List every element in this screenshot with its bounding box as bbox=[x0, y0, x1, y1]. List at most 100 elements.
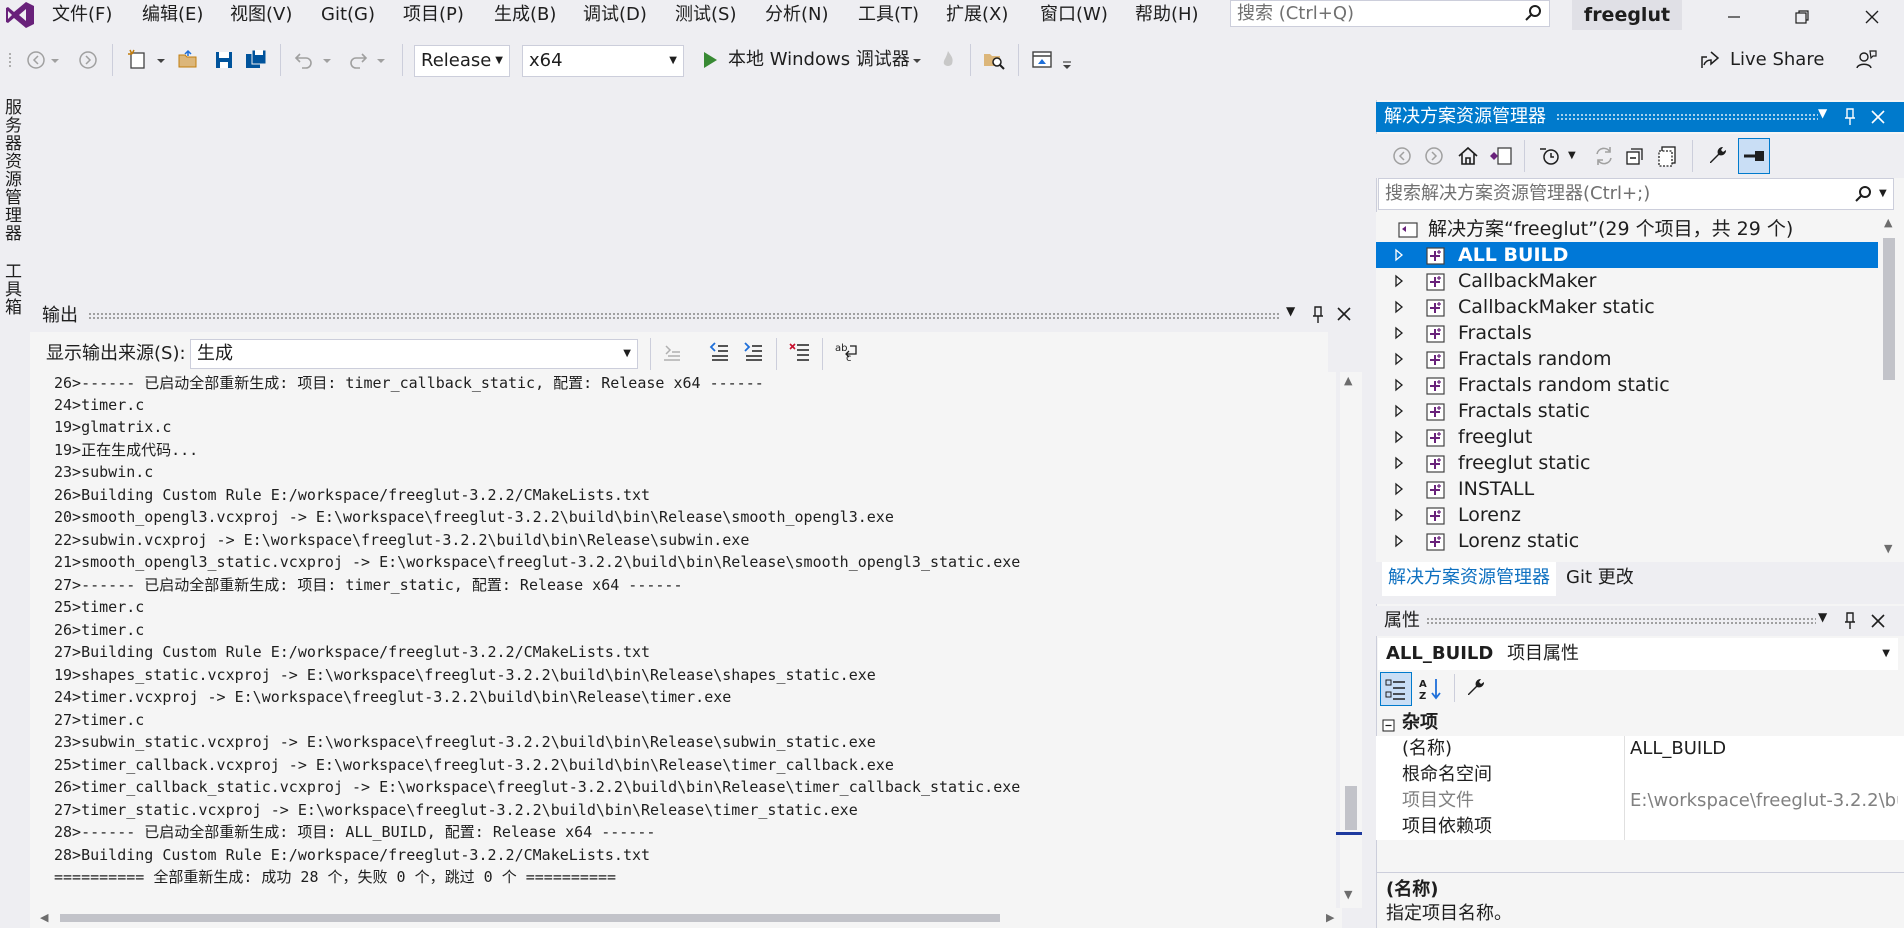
next-message-icon[interactable] bbox=[742, 340, 766, 369]
undo-icon[interactable] bbox=[292, 48, 316, 72]
output-source-select[interactable]: 生成 ▼ bbox=[190, 339, 638, 369]
platform-select[interactable]: x64 ▼ bbox=[522, 45, 684, 77]
menu-project[interactable]: 项目(P) bbox=[403, 2, 464, 28]
properties-object-select[interactable]: ALL_BUILD 项目属性 ▼ bbox=[1378, 638, 1898, 670]
hot-reload-icon[interactable] bbox=[936, 48, 960, 72]
scroll-left-icon[interactable]: ◀ bbox=[40, 911, 48, 924]
menu-git[interactable]: Git(G) bbox=[321, 2, 375, 28]
output-vertical-scrollbar[interactable]: ▲ ▼ bbox=[1336, 372, 1362, 908]
filter-dropdown-icon[interactable]: ▼ bbox=[1568, 144, 1576, 168]
scroll-down-icon[interactable]: ▼ bbox=[1344, 888, 1352, 901]
project-node[interactable]: CallbackMaker static bbox=[1376, 294, 1878, 320]
browser-preview-icon[interactable] bbox=[1030, 48, 1054, 72]
solution-explorer-search-input[interactable]: 搜索解决方案资源管理器(Ctrl+;) ▼ bbox=[1378, 178, 1894, 210]
menu-test[interactable]: 测试(S) bbox=[675, 2, 736, 28]
undo-dropdown-icon[interactable] bbox=[320, 48, 334, 72]
property-value[interactable]: ALL_BUILD bbox=[1630, 736, 1898, 762]
properties-menu-icon[interactable]: ▼ bbox=[1818, 610, 1827, 624]
menu-help[interactable]: 帮助(H) bbox=[1135, 2, 1199, 28]
project-node[interactable]: freeglut bbox=[1376, 424, 1878, 450]
sync-refresh-icon[interactable] bbox=[1592, 144, 1616, 173]
solution-explorer-menu-icon[interactable]: ▼ bbox=[1818, 106, 1827, 120]
project-node[interactable]: Fractals random static bbox=[1376, 372, 1878, 398]
output-hscroll-thumb[interactable] bbox=[60, 914, 1000, 922]
project-node[interactable]: Fractals bbox=[1376, 320, 1878, 346]
open-folder-icon[interactable] bbox=[176, 48, 200, 72]
redo-dropdown-icon[interactable] bbox=[374, 48, 388, 72]
home-icon[interactable] bbox=[1456, 144, 1480, 173]
alphabetical-sort-icon[interactable]: AZ bbox=[1418, 676, 1444, 707]
project-node[interactable]: Lorenz bbox=[1376, 502, 1878, 528]
property-category-misc[interactable]: 杂项 bbox=[1376, 710, 1904, 736]
menu-build[interactable]: 生成(B) bbox=[494, 2, 556, 28]
toggle-word-wrap-icon[interactable]: ab c bbox=[834, 340, 860, 369]
project-node[interactable]: Fractals random bbox=[1376, 346, 1878, 372]
project-node[interactable]: freeglut static bbox=[1376, 450, 1878, 476]
scroll-right-icon[interactable]: ▶ bbox=[1326, 911, 1334, 924]
go-to-line-icon[interactable] bbox=[660, 340, 684, 369]
tab-git-changes[interactable]: Git 更改 bbox=[1560, 562, 1640, 596]
new-dropdown-icon[interactable] bbox=[154, 48, 168, 72]
menu-extensions[interactable]: 扩展(X) bbox=[946, 2, 1008, 28]
debug-target-dropdown-icon[interactable] bbox=[910, 48, 924, 72]
live-share-button[interactable]: Live Share bbox=[1730, 47, 1824, 73]
close-panel-icon[interactable] bbox=[1870, 613, 1886, 634]
tab-solution-explorer[interactable]: 解决方案资源管理器 bbox=[1382, 562, 1556, 596]
solution-explorer-header-grip[interactable] bbox=[1556, 113, 1818, 121]
close-window-button[interactable] bbox=[1844, 0, 1900, 30]
show-all-files-icon[interactable] bbox=[1656, 144, 1680, 173]
navigate-forward-icon[interactable] bbox=[76, 48, 100, 72]
feedback-person-icon[interactable] bbox=[1854, 48, 1878, 72]
project-node[interactable]: Lorenz static bbox=[1376, 528, 1878, 554]
output-horizontal-scrollbar[interactable]: ◀ ▶ bbox=[36, 908, 1342, 928]
se-back-icon[interactable] bbox=[1390, 144, 1414, 173]
properties-wrench-icon[interactable] bbox=[1706, 144, 1730, 173]
server-explorer-tab[interactable]: 服务器资源管理器 bbox=[1, 98, 24, 248]
project-node[interactable]: CallbackMaker bbox=[1376, 268, 1878, 294]
project-node[interactable]: INSTALL bbox=[1376, 476, 1878, 502]
search-options-dropdown-icon[interactable]: ▼ bbox=[1879, 179, 1887, 209]
start-debugging-icon[interactable] bbox=[698, 48, 722, 72]
output-window-menu-icon[interactable]: ▼ bbox=[1286, 304, 1295, 318]
collapse-all-icon[interactable] bbox=[1624, 144, 1648, 173]
solution-tree[interactable]: 解决方案“freeglut”(29 个项目，共 29 个) ALL BUILD C… bbox=[1376, 212, 1878, 564]
categorized-view-toggle[interactable] bbox=[1380, 672, 1412, 706]
scroll-up-icon[interactable]: ▲ bbox=[1344, 374, 1352, 387]
pin-icon[interactable] bbox=[1842, 610, 1858, 637]
pin-icon[interactable] bbox=[1310, 304, 1326, 331]
solution-explorer-vertical-scrollbar[interactable]: ▲ ▼ bbox=[1878, 212, 1900, 564]
property-pages-wrench-icon[interactable] bbox=[1464, 676, 1488, 705]
se-scroll-thumb[interactable] bbox=[1883, 238, 1895, 380]
toolbox-tab[interactable]: 工具箱 bbox=[1, 262, 24, 322]
save-all-icon[interactable] bbox=[244, 48, 268, 72]
output-text-area[interactable]: 26>------ 已启动全部重新生成: 项目: timer_callback_… bbox=[36, 372, 1336, 908]
restore-button[interactable] bbox=[1774, 0, 1830, 30]
menu-window[interactable]: 窗口(W) bbox=[1040, 2, 1108, 28]
close-panel-icon[interactable] bbox=[1870, 109, 1886, 130]
output-header-grip[interactable] bbox=[88, 312, 1280, 320]
new-project-icon[interactable] bbox=[126, 48, 150, 72]
toolbar-customize-icon[interactable] bbox=[1060, 48, 1074, 72]
find-in-files-icon[interactable] bbox=[982, 48, 1006, 72]
menu-edit[interactable]: 编辑(E) bbox=[142, 2, 203, 28]
configuration-select[interactable]: Release ▼ bbox=[414, 45, 510, 77]
output-scroll-thumb[interactable] bbox=[1345, 786, 1357, 830]
redo-icon[interactable] bbox=[346, 48, 370, 72]
property-row-project-dependencies[interactable]: 项目依赖项 bbox=[1376, 814, 1904, 840]
preview-selected-items-toggle[interactable] bbox=[1738, 138, 1770, 174]
visual-studio-logo-icon[interactable] bbox=[4, 0, 36, 30]
property-row-name[interactable]: (名称) ALL_BUILD bbox=[1376, 736, 1904, 762]
project-node[interactable]: ALL BUILD bbox=[1376, 242, 1878, 268]
property-value[interactable]: E:\workspace\freeglut-3.2.2\bu bbox=[1630, 788, 1898, 814]
menu-analyze[interactable]: 分析(N) bbox=[765, 2, 829, 28]
pin-icon[interactable] bbox=[1842, 106, 1858, 133]
navigate-back-icon[interactable] bbox=[24, 48, 48, 72]
clear-all-icon[interactable] bbox=[788, 340, 812, 369]
previous-message-icon[interactable] bbox=[708, 340, 732, 369]
menu-tools[interactable]: 工具(T) bbox=[858, 2, 919, 28]
property-row-root-namespace[interactable]: 根命名空间 bbox=[1376, 762, 1904, 788]
se-forward-icon[interactable] bbox=[1422, 144, 1446, 173]
menu-debug[interactable]: 调试(D) bbox=[583, 2, 647, 28]
close-panel-icon[interactable] bbox=[1336, 306, 1352, 327]
scroll-up-icon[interactable]: ▲ bbox=[1884, 216, 1892, 229]
